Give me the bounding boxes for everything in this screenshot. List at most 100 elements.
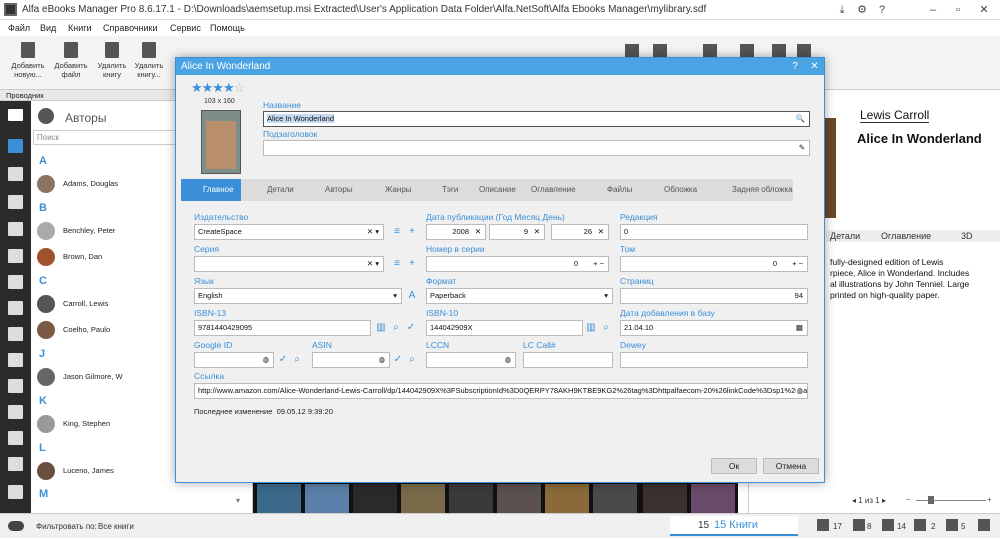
publisher-icon[interactable] [8,249,23,263]
globe-icon[interactable]: ◍ [378,353,385,367]
ok-button[interactable]: Ок [711,458,757,474]
ribbon-icon-6[interactable] [797,44,811,58]
clear-chevron-icon[interactable]: ✕ ▾ [367,225,379,239]
subtitle-field[interactable]: ✎ [263,140,810,156]
book-cover[interactable] [353,484,397,513]
font-icon[interactable] [8,301,23,315]
document-icon[interactable] [8,379,23,393]
book-cover[interactable] [401,484,445,513]
globe-icon[interactable]: ◍ [504,353,511,367]
cloud-icon[interactable] [8,521,24,531]
add-file-button[interactable]: Добавить файл [52,42,90,79]
rating-stars[interactable]: ★★★★☆ [191,80,245,96]
series-icon[interactable] [8,167,23,181]
authors-icon[interactable] [8,139,23,153]
lc-call-field[interactable] [523,352,613,368]
minimize-button[interactable]: – [925,2,941,18]
search-icon[interactable]: ⌕ [292,355,302,365]
help-icon[interactable]: ? [874,2,890,18]
asin-field[interactable]: ◍ [312,352,390,368]
series-field[interactable]: ✕ ▾ [194,256,384,272]
menu-icon[interactable] [8,109,23,121]
isbn13-field[interactable]: 9781440429095 [194,320,371,336]
publisher-field[interactable]: CreateSpace ✕ ▾ [194,224,384,240]
maximize-button[interactable]: ▫ [950,2,966,18]
details-tab-3d[interactable]: 3D [961,231,973,241]
isbn10-field[interactable]: 144042909X [426,320,583,336]
barcode-icon[interactable]: ▥ [586,323,596,333]
name-field[interactable]: Alice In Wonderland 🔍 [263,111,810,127]
add-icon[interactable]: + [407,259,417,269]
star-icon[interactable] [8,327,23,341]
language-icon[interactable] [8,431,23,445]
exit-icon[interactable] [8,485,23,499]
tab-files[interactable]: Файлы [591,179,632,201]
globe-icon[interactable]: ◍ [796,384,803,398]
menu-help[interactable]: Помощь [210,23,245,33]
dialog-help-button[interactable]: ? [787,58,803,75]
edition-field[interactable]: 0 [620,224,808,240]
ribbon-icon-4[interactable] [740,44,754,58]
calendar-icon[interactable]: ▦ [796,321,803,335]
link-field[interactable]: http://www.amazon.com/Alice-Wonderland-L… [194,383,808,399]
scroll-down-icon[interactable]: ▾ [236,496,240,505]
check-icon[interactable]: ✓ [278,355,288,365]
menu-service[interactable]: Сервис [170,23,201,33]
volume-field[interactable]: 0 + − [620,256,808,272]
pub-month-field[interactable]: 9 ✕ [489,224,545,240]
ribbon-icon-1[interactable] [625,44,639,58]
format-icon[interactable] [8,457,23,471]
delete-book-file-button[interactable]: Удалить книгу... [130,42,168,79]
details-tab-details[interactable]: Детали [830,231,860,241]
added-date-field[interactable]: 21.04.10 ▦ [620,320,808,336]
google-id-field[interactable]: ◍ [194,352,274,368]
details-tab-toc[interactable]: Оглавление [881,231,931,241]
tab-authors[interactable]: Авторы [309,179,353,201]
language-select[interactable]: English ▾ [194,288,402,304]
dialog-close-button[interactable]: ✕ [805,58,824,75]
filter-value[interactable]: Все книги [98,522,134,531]
library-icon[interactable] [703,44,717,58]
book-cover[interactable] [691,484,735,513]
ribbon-icon-2[interactable] [653,44,667,58]
series-number-field[interactable]: 0 + − [426,256,609,272]
menu-file[interactable]: Файл [8,23,30,33]
pub-day-field[interactable]: 26 ✕ [551,224,609,240]
book-cover[interactable] [545,484,589,513]
pub-year-field[interactable]: 2008 ✕ [426,224,486,240]
tag-icon[interactable] [772,44,786,58]
book-cover[interactable] [497,484,541,513]
tags-icon[interactable] [8,195,23,209]
list-icon[interactable]: ≡ [392,227,402,237]
download-icon[interactable]: ⤓ [834,2,850,18]
translate-icon[interactable]: A [407,291,417,301]
folder-icon[interactable] [8,405,23,419]
pin-icon[interactable]: ✎ [799,141,805,155]
globe-icon[interactable]: ◍ [262,353,269,367]
close-button[interactable]: ✕ [976,2,992,18]
tab-description[interactable]: Описание [479,179,516,201]
tab-details[interactable]: Детали [251,179,294,201]
details-author[interactable]: Lewis Carroll [860,108,930,123]
pages-field[interactable]: 94 [620,288,808,304]
library-icon[interactable] [8,275,23,289]
tab-genres[interactable]: Жанры [369,179,412,201]
monitor-icon[interactable] [8,222,23,236]
format-select[interactable]: Paperback ▾ [426,288,613,304]
list-icon[interactable]: ≡ [392,259,402,269]
book-cover[interactable] [257,484,301,513]
delete-book-button[interactable]: Удалить книгу [93,42,131,79]
book-cover[interactable] [449,484,493,513]
page-navigator[interactable]: ◂ 1 из 1 ▸ [852,496,886,505]
dewey-field[interactable] [620,352,808,368]
tab-main[interactable]: Главное [181,179,241,201]
star-icon[interactable]: ★★★★ [191,80,235,95]
check-icon[interactable]: ✓ [406,323,416,333]
gear-icon[interactable]: ⚙ [854,2,870,18]
book-cover[interactable] [643,484,687,513]
barcode-icon[interactable]: ▥ [376,323,386,333]
tab-tags[interactable]: Тэги [426,179,458,201]
calendar-icon[interactable] [8,353,23,367]
tab-toc[interactable]: Оглавление [531,179,576,201]
search-icon[interactable]: ⌕ [407,355,417,365]
